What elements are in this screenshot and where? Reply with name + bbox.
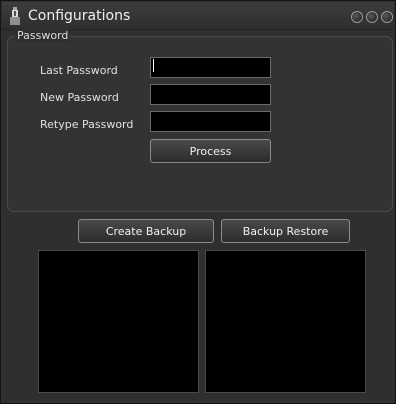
- title-bar[interactable]: Configurations: [2, 2, 394, 30]
- retype-password-field[interactable]: [150, 111, 271, 132]
- maximize-button[interactable]: [366, 11, 378, 23]
- last-password-field[interactable]: [150, 57, 271, 78]
- process-button[interactable]: Process: [150, 139, 271, 163]
- backup-list-pane[interactable]: [38, 250, 199, 393]
- configurations-window: Configurations Password Last Password Ne…: [0, 0, 396, 404]
- backup-restore-button[interactable]: Backup Restore: [221, 219, 350, 243]
- window-title: Configurations: [28, 8, 131, 24]
- close-button[interactable]: [381, 11, 393, 23]
- retype-password-label: Retype Password: [40, 118, 134, 131]
- app-icon: [10, 7, 20, 25]
- new-password-field[interactable]: [150, 84, 271, 105]
- restore-list-pane[interactable]: [205, 250, 366, 393]
- password-group-label: Password: [15, 29, 71, 42]
- minimize-button[interactable]: [351, 11, 363, 23]
- last-password-label: Last Password: [40, 64, 118, 77]
- new-password-label: New Password: [40, 91, 119, 104]
- create-backup-button[interactable]: Create Backup: [78, 219, 214, 243]
- text-caret: [153, 59, 154, 72]
